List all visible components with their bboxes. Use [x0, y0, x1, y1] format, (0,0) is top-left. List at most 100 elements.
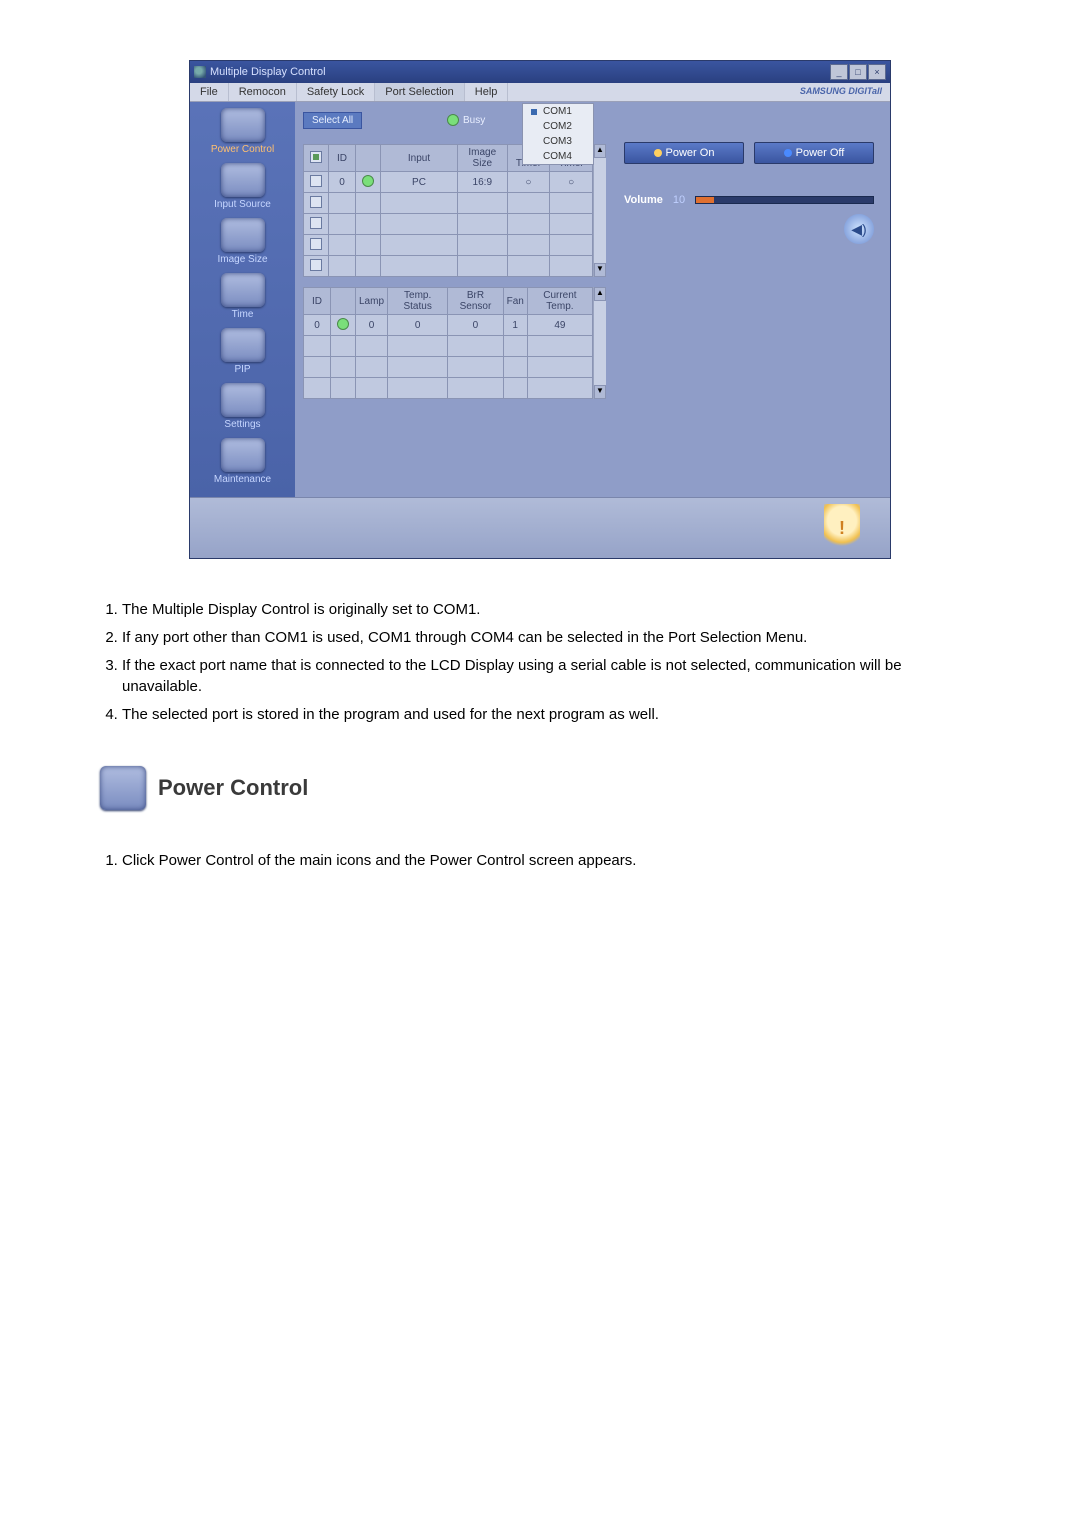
menu-file[interactable]: File [190, 83, 229, 101]
cell-lamp: 0 [356, 315, 388, 336]
row-checkbox[interactable] [310, 238, 322, 250]
row-checkbox[interactable] [310, 217, 322, 229]
speaker-icon[interactable]: ◀) [844, 214, 874, 244]
settings-icon [221, 383, 265, 417]
menu-port-selection[interactable]: Port Selection [375, 83, 464, 101]
sidebar-item-settings[interactable]: Settings [190, 377, 295, 432]
warning-bulb-icon [824, 504, 860, 552]
busy-label: Busy [463, 115, 485, 126]
col-id: ID [329, 145, 356, 172]
table-row[interactable]: 0 PC 16:9 ○ ○ [304, 172, 593, 193]
col-brr-sensor: BrR Sensor [448, 288, 503, 315]
scroll-up-icon[interactable]: ▲ [594, 144, 606, 158]
volume-label: Volume [624, 194, 663, 206]
sidebar-item-image-size[interactable]: Image Size [190, 212, 295, 267]
col-id: ID [304, 288, 331, 315]
row-checkbox[interactable] [310, 259, 322, 271]
table-scrollbar[interactable]: ▲ ▼ [593, 287, 606, 399]
section-header: Power Control [100, 766, 980, 810]
image-size-icon [221, 218, 265, 252]
time-icon [221, 273, 265, 307]
status-dot-icon [337, 318, 349, 330]
maintenance-icon [221, 438, 265, 472]
sidebar-item-input-source[interactable]: Input Source [190, 157, 295, 212]
col-current-temp: Current Temp. [527, 288, 592, 315]
close-button[interactable]: × [868, 64, 886, 80]
port-option-com1[interactable]: COM1 [523, 104, 593, 119]
power-on-button[interactable]: Power On [624, 142, 744, 164]
power-off-dot-icon [784, 149, 792, 157]
window-title: Multiple Display Control [210, 66, 326, 78]
cell-brr: 0 [448, 315, 503, 336]
doc-item: Click Power Control of the main icons an… [122, 850, 980, 872]
volume-value: 10 [673, 194, 685, 206]
select-all-button[interactable]: Select All [303, 112, 362, 129]
doc-item: The selected port is stored in the progr… [122, 704, 980, 726]
doc-item: The Multiple Display Control is original… [122, 599, 980, 621]
table-row[interactable]: 0 0 0 0 1 49 [304, 315, 593, 336]
section-title: Power Control [158, 775, 308, 801]
busy-indicator: Busy [447, 114, 485, 126]
minimize-button[interactable]: _ [830, 64, 848, 80]
table-row [304, 336, 593, 357]
cell-off-timer: ○ [550, 172, 593, 193]
col-temp-status: Temp. Status [388, 288, 448, 315]
col-status [356, 145, 381, 172]
power-on-label: Power On [666, 147, 715, 159]
doc-item: If any port other than COM1 is used, COM… [122, 627, 980, 649]
sidebar-item-maintenance[interactable]: Maintenance [190, 432, 295, 487]
sidebar-item-time[interactable]: Time [190, 267, 295, 322]
power-off-button[interactable]: Power Off [754, 142, 874, 164]
table-row [304, 378, 593, 399]
scroll-up-icon[interactable]: ▲ [594, 287, 606, 301]
input-source-icon [221, 163, 265, 197]
table-row [304, 214, 593, 235]
doc-item: If the exact port name that is connected… [122, 655, 980, 699]
brand-label: SAMSUNG DIGITall [800, 86, 882, 96]
col-input: Input [381, 145, 458, 172]
cell-input: PC [381, 172, 458, 193]
power-on-dot-icon [654, 149, 662, 157]
col-image-size: Image Size [458, 145, 508, 172]
scroll-down-icon[interactable]: ▼ [594, 263, 606, 277]
table-row [304, 256, 593, 277]
volume-fill [696, 197, 714, 203]
row-checkbox[interactable] [310, 196, 322, 208]
status-dot-icon [362, 175, 374, 187]
port-option-com4[interactable]: COM4 [523, 149, 593, 164]
sidebar-item-pip[interactable]: PIP [190, 322, 295, 377]
app-icon [194, 66, 206, 78]
maximize-button[interactable]: □ [849, 64, 867, 80]
sidebar-item-power-control[interactable]: Power Control [190, 102, 295, 157]
col-fan: Fan [503, 288, 527, 315]
row-checkbox[interactable] [310, 175, 322, 187]
doc-text-2: Click Power Control of the main icons an… [100, 850, 980, 872]
menu-remocon[interactable]: Remocon [229, 83, 297, 101]
power-control-icon [221, 108, 265, 142]
cell-on-timer: ○ [507, 172, 550, 193]
status-bar [190, 497, 890, 558]
titlebar: Multiple Display Control _ □ × [190, 61, 890, 83]
cell-temp-status: 0 [388, 315, 448, 336]
table-row [304, 357, 593, 378]
table-scrollbar[interactable]: ▲ ▼ [593, 144, 606, 277]
table-row [304, 235, 593, 256]
power-off-label: Power Off [796, 147, 845, 159]
pip-icon [221, 328, 265, 362]
scroll-down-icon[interactable]: ▼ [594, 385, 606, 399]
power-control-section-icon [100, 766, 146, 810]
cell-image-size: 16:9 [458, 172, 508, 193]
table-row [304, 193, 593, 214]
menu-help[interactable]: Help [465, 83, 509, 101]
volume-slider[interactable] [695, 196, 874, 204]
menu-safety-lock[interactable]: Safety Lock [297, 83, 375, 101]
port-selection-dropdown: COM1 COM2 COM3 COM4 [522, 103, 594, 165]
table-header-row: ID Lamp Temp. Status BrR Sensor Fan Curr… [304, 288, 593, 315]
col-dot [331, 288, 356, 315]
port-option-com3[interactable]: COM3 [523, 134, 593, 149]
sidebar: Power Control Input Source Image Size Ti… [190, 102, 295, 497]
status-table: ID Lamp Temp. Status BrR Sensor Fan Curr… [303, 287, 593, 399]
port-option-com2[interactable]: COM2 [523, 119, 593, 134]
header-checkbox[interactable] [310, 151, 322, 163]
col-lamp: Lamp [356, 288, 388, 315]
